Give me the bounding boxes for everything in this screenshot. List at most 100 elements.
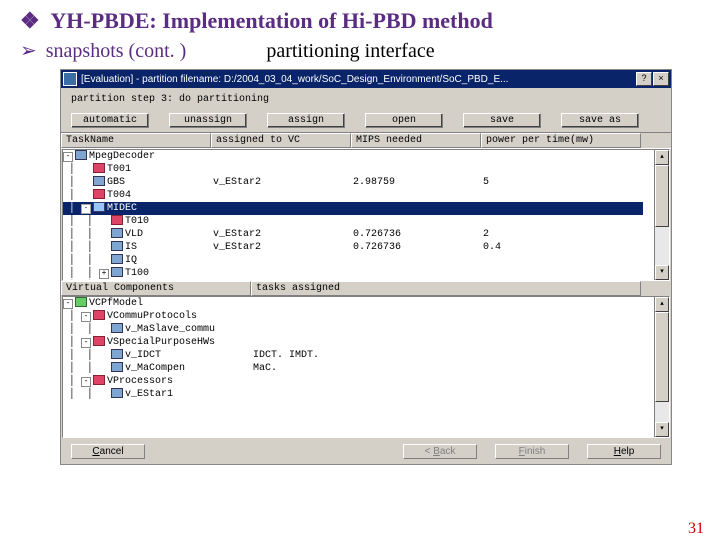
task-vc: v_EStar2 — [213, 176, 353, 189]
wizard-button-bar: Cancel < Back Finish Help — [61, 438, 671, 464]
slide-title-text: YH-PBDE: Implementation of Hi-PBD method — [50, 8, 492, 33]
task-mips — [353, 215, 483, 228]
help-titlebar-button[interactable]: ? — [636, 72, 652, 86]
app-window: [Evaluation] - partition filename: D:/20… — [60, 69, 672, 465]
task-mips: 2.98759 — [353, 176, 483, 189]
titlebar[interactable]: [Evaluation] - partition filename: D:/20… — [61, 70, 671, 88]
task-power: 65 — [483, 280, 643, 281]
vc-tasks — [253, 323, 643, 336]
finish-button[interactable]: Finish — [495, 444, 569, 459]
col-vc-tasks[interactable]: tasks assigned — [251, 281, 641, 296]
scroll-thumb[interactable] — [655, 312, 669, 402]
vc-header-row: Virtual Components tasks assigned — [61, 281, 671, 296]
scroll-track[interactable] — [655, 165, 669, 265]
close-titlebar-button[interactable]: × — [653, 72, 669, 86]
scroll-up-icon[interactable]: ▴ — [655, 297, 669, 312]
task-mips: 0.726736 — [353, 241, 483, 254]
task-power — [483, 163, 643, 176]
task-vc — [213, 163, 353, 176]
task-vc: v_EStar2 — [213, 228, 353, 241]
task-tree-item[interactable]: │ T004 — [63, 189, 213, 202]
scroll-up-icon[interactable]: ▴ — [655, 150, 669, 165]
open-button[interactable]: open — [365, 113, 443, 128]
assign-button[interactable]: assign — [267, 113, 345, 128]
col-vc-name[interactable]: Virtual Components — [61, 281, 251, 296]
vc-tasks — [253, 310, 643, 323]
back-button[interactable]: < Back — [403, 444, 477, 459]
task-tree-item[interactable]: │ -MIDEC — [63, 202, 213, 215]
task-tree-item[interactable]: │ GBS — [63, 176, 213, 189]
task-tree-item[interactable]: │ │ IQ — [63, 254, 213, 267]
task-mips — [353, 254, 483, 267]
task-tree-item[interactable]: │ T001 — [63, 163, 213, 176]
vc-tree-item[interactable]: │ -VCommuProtocols — [63, 310, 253, 323]
task-tree-item[interactable]: │ │ T010 — [63, 215, 213, 228]
unassign-button[interactable]: unassign — [169, 113, 247, 128]
col-mips[interactable]: MIPS needed — [351, 133, 481, 148]
scroll-track[interactable] — [655, 312, 669, 422]
task-power — [483, 202, 643, 215]
vc-tree-item[interactable]: │ │ v_EStar1 — [63, 388, 253, 401]
vc-tree-item[interactable]: │ │ v_MaCompen — [63, 362, 253, 375]
task-mips — [353, 202, 483, 215]
task-power — [483, 267, 643, 280]
titlebar-buttons: ? × — [636, 72, 669, 86]
task-power — [483, 254, 643, 267]
col-assigned[interactable]: assigned to VC — [211, 133, 351, 148]
vc-tree-item[interactable]: -VCPfModel — [63, 297, 253, 310]
help-button[interactable]: Help — [587, 444, 661, 459]
task-mips: 0.726736 — [353, 228, 483, 241]
task-mips — [353, 150, 483, 163]
task-header-row: TaskName assigned to VC MIPS needed powe… — [61, 132, 671, 149]
task-scrollbar[interactable]: ▴ ▾ — [654, 150, 669, 280]
col-power[interactable]: power per time(mw) — [481, 133, 641, 148]
vc-tree-item[interactable]: │ -VSpecialPurposeHWs — [63, 336, 253, 349]
task-vc — [213, 267, 353, 280]
task-tree-item[interactable]: │ │ T201 — [63, 280, 213, 281]
vc-tasks — [253, 297, 643, 310]
slide-subheading-row: ➢ snapshots (cont. ) partitioning interf… — [20, 38, 720, 63]
task-vc: v_EStar2 — [213, 280, 353, 281]
automatic-button[interactable]: automatic — [71, 113, 149, 128]
task-vc — [213, 189, 353, 202]
cancel-button[interactable]: Cancel — [71, 444, 145, 459]
save-button[interactable]: save — [463, 113, 541, 128]
slide-title: ❖ YH-PBDE: Implementation of Hi-PBD meth… — [20, 8, 720, 34]
task-tree-item[interactable]: -MpegDecoder — [63, 150, 213, 163]
page-number: 31 — [688, 520, 704, 538]
task-tree-item[interactable]: │ │ +T100 — [63, 267, 213, 280]
vc-tasks — [253, 388, 643, 401]
arrow-bullet-icon: ➢ — [20, 40, 37, 62]
task-power — [483, 189, 643, 202]
vc-tree-item[interactable]: │ │ v_IDCT — [63, 349, 253, 362]
top-button-row: automatic unassign assign open save save… — [61, 109, 671, 132]
vc-tasks: IDCT. IMDT. — [253, 349, 643, 362]
col-taskname[interactable]: TaskName — [61, 133, 211, 148]
vc-tree-item[interactable]: │ │ v_MaSlave_commu — [63, 323, 253, 336]
task-mips — [353, 267, 483, 280]
diamond-bullet-icon: ❖ — [20, 8, 40, 33]
vc-tree-item[interactable]: │ -VProcessors — [63, 375, 253, 388]
task-tree-item[interactable]: │ │ IS — [63, 241, 213, 254]
task-tree-pane[interactable]: -MpegDecoder │ T001 │ GBSv_EStar22.98759… — [62, 149, 670, 281]
task-power: 5 — [483, 176, 643, 189]
vc-tasks — [253, 336, 643, 349]
task-power — [483, 150, 643, 163]
save-as-button[interactable]: save as — [561, 113, 639, 128]
app-icon — [63, 72, 77, 86]
scroll-down-icon[interactable]: ▾ — [655, 422, 669, 437]
task-vc: v_EStar2 — [213, 241, 353, 254]
task-vc — [213, 215, 353, 228]
vc-scrollbar[interactable]: ▴ ▾ — [654, 297, 669, 437]
snapshots-label: ➢ snapshots (cont. ) — [20, 38, 186, 63]
step-label: partition step 3: do partitioning — [61, 88, 671, 109]
scroll-down-icon[interactable]: ▾ — [655, 265, 669, 280]
task-mips — [353, 189, 483, 202]
vc-tasks: MaC. — [253, 362, 643, 375]
task-power: 0.4 — [483, 241, 643, 254]
task-vc — [213, 202, 353, 215]
scroll-thumb[interactable] — [655, 165, 669, 227]
task-tree-item[interactable]: │ │ VLD — [63, 228, 213, 241]
vc-tree-pane[interactable]: -VCPfModel │ -VCommuProtocols │ │ v_MaSl… — [62, 296, 670, 438]
task-power: 2 — [483, 228, 643, 241]
